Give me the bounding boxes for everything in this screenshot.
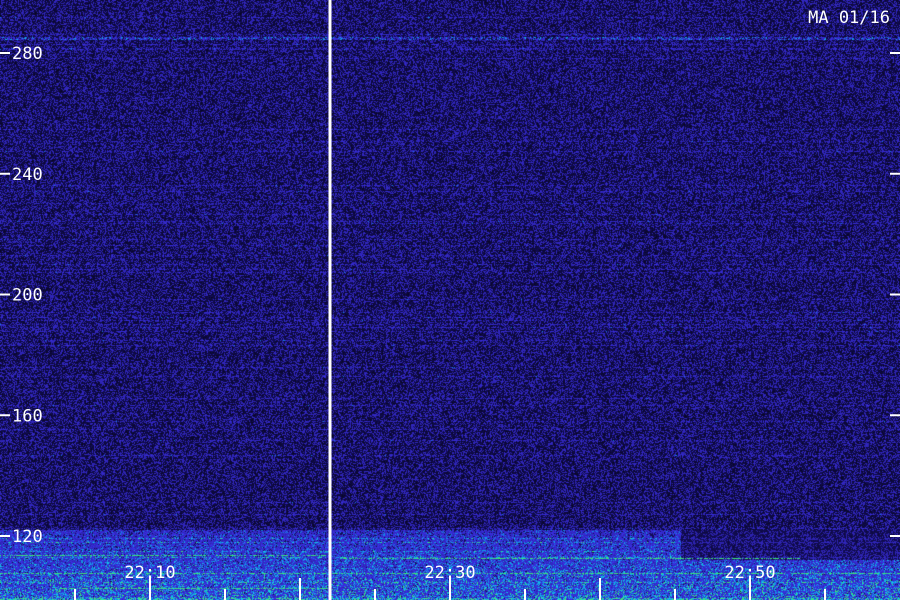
station-label: MA 01/16: [808, 8, 890, 28]
x-tick-label: 22:30: [424, 563, 475, 583]
y-tick-label: 280: [12, 44, 43, 64]
y-tick-label: 240: [12, 165, 43, 185]
y-tick-label: 160: [12, 406, 43, 426]
y-tick-label: 120: [12, 527, 43, 547]
y-axis-right: [890, 52, 900, 537]
x-tick-label: 22:50: [724, 563, 775, 583]
y-axis-left: [0, 52, 10, 537]
x-tick-labels: 22:10 22:30 22:50: [124, 563, 775, 583]
y-tick-labels: 280 240 200 160 120: [12, 44, 43, 547]
y-tick-label: 200: [12, 286, 43, 306]
spectrogram-overlay: 280 240 200 160 120 22:10 22:30 22:50 MA…: [0, 0, 900, 600]
x-tick-label: 22:10: [124, 563, 175, 583]
